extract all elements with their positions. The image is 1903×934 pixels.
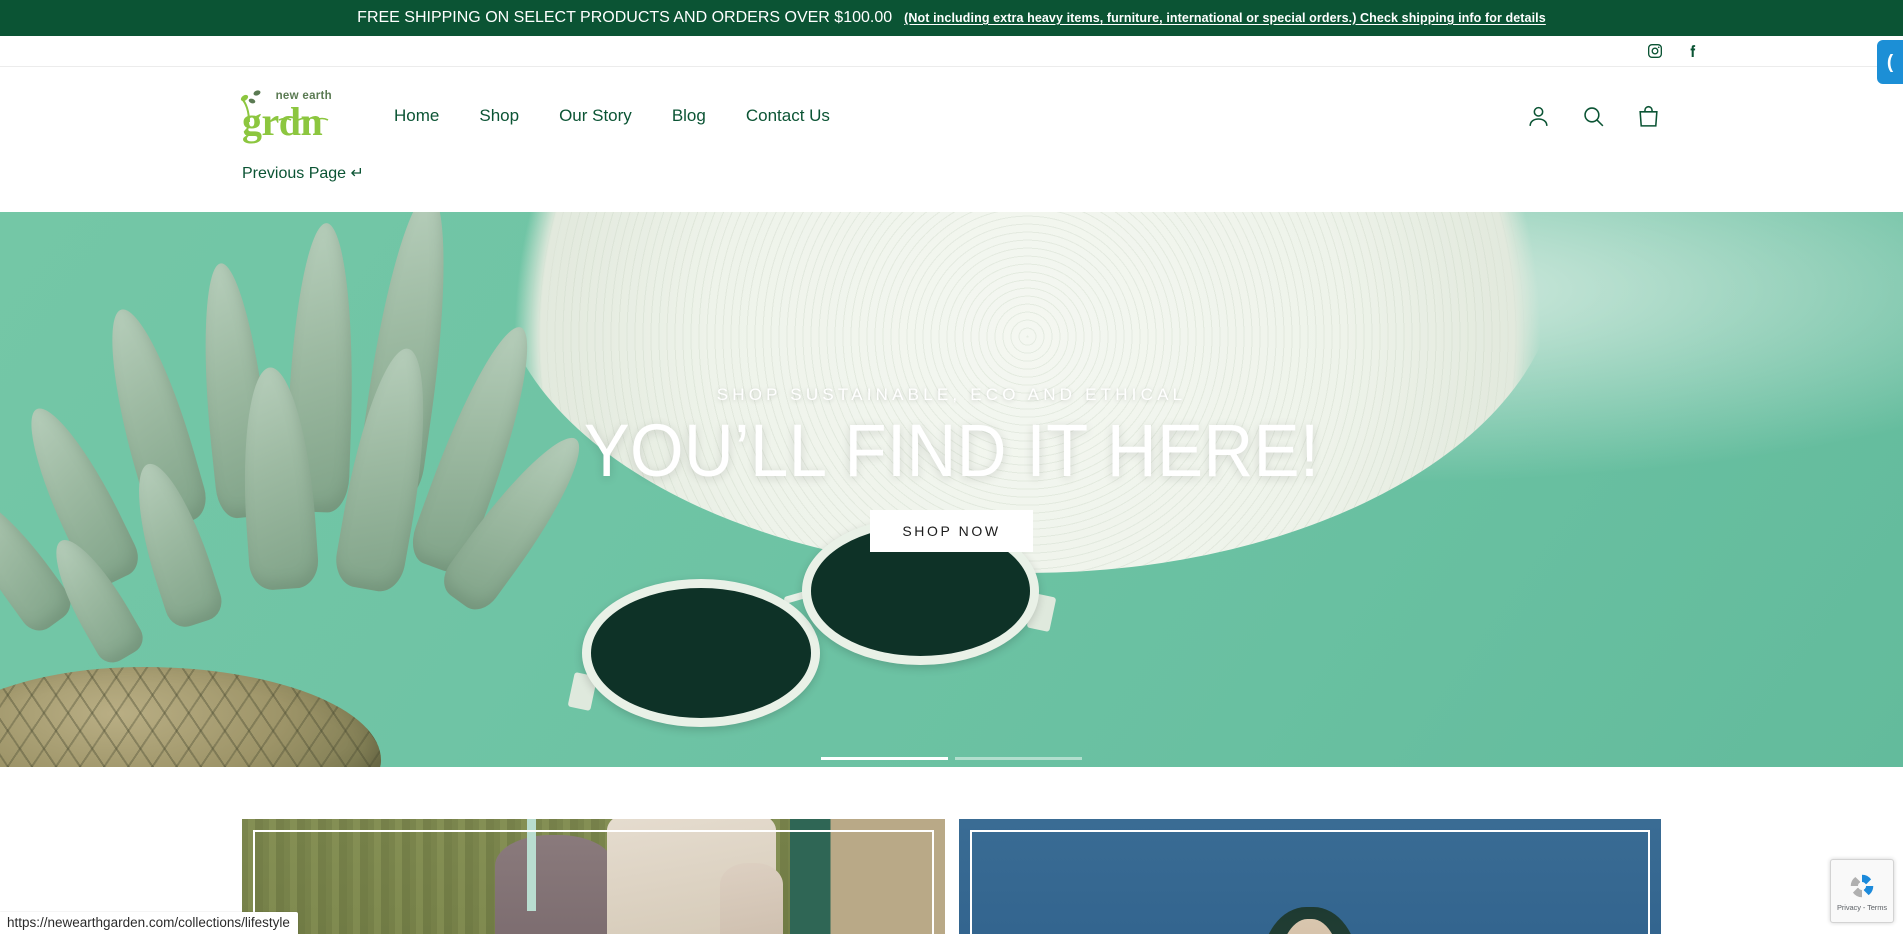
browser-viewport: FREE SHIPPING ON SELECT PRODUCTS AND ORD… xyxy=(0,0,1903,934)
shipping-info-link[interactable]: (Not including extra heavy items, furnit… xyxy=(904,11,1546,25)
slider-pagination xyxy=(0,757,1903,760)
nav-item-our-story[interactable]: Our Story xyxy=(539,100,652,132)
site-logo[interactable]: new earth grdn xyxy=(240,90,334,142)
recaptcha-badge[interactable]: Privacy - Terms xyxy=(1830,859,1894,923)
instagram-icon[interactable] xyxy=(1647,43,1663,59)
main-navigation: Home Shop Our Story Blog Contact Us xyxy=(374,100,850,132)
ocean-collection-card[interactable] xyxy=(958,819,1661,934)
nav-item-shop[interactable]: Shop xyxy=(459,100,539,132)
nav-item-contact-us[interactable]: Contact Us xyxy=(726,100,850,132)
hero-content: SHOP SUSTAINABLE, ECO AND ETHICAL YOU’LL… xyxy=(0,212,1903,767)
header-icon-group xyxy=(1526,104,1661,129)
collection-cards xyxy=(0,767,1903,934)
logo-underline-icon xyxy=(278,117,329,121)
hero-eyebrow: SHOP SUSTAINABLE, ECO AND ETHICAL xyxy=(716,384,1187,404)
site-header: new earth grdn Home Shop Our Story Blog … xyxy=(0,67,1903,212)
previous-page-link[interactable]: Previous Page ↵ xyxy=(242,163,364,183)
leaf-vine-icon xyxy=(240,90,261,122)
chat-widget-tab[interactable]: ( xyxy=(1877,40,1903,84)
announcement-message: FREE SHIPPING ON SELECT PRODUCTS AND ORD… xyxy=(357,9,893,26)
nav-item-home[interactable]: Home xyxy=(374,100,459,132)
nav-item-blog[interactable]: Blog xyxy=(652,100,726,132)
recaptcha-privacy-terms[interactable]: Privacy - Terms xyxy=(1837,903,1887,912)
slider-dot-2[interactable] xyxy=(955,757,1082,760)
search-icon[interactable] xyxy=(1581,104,1606,129)
social-links-bar xyxy=(0,36,1903,67)
lifestyle-collection-card[interactable] xyxy=(242,819,945,934)
facebook-icon[interactable] xyxy=(1685,43,1701,59)
cart-icon[interactable] xyxy=(1636,104,1661,129)
recaptcha-icon xyxy=(1850,874,1874,897)
hero-slider: SHOP SUSTAINABLE, ECO AND ETHICAL YOU’LL… xyxy=(0,212,1903,767)
hero-title: YOU’LL FIND IT HERE! xyxy=(583,408,1320,492)
slider-dot-1[interactable] xyxy=(821,757,948,760)
chat-widget-glyph: ( xyxy=(1886,51,1894,73)
shop-now-button[interactable]: SHOP NOW xyxy=(870,510,1033,553)
browser-status-bar: https://newearthgarden.com/collections/l… xyxy=(0,912,298,934)
account-icon[interactable] xyxy=(1526,104,1551,129)
announcement-bar: FREE SHIPPING ON SELECT PRODUCTS AND ORD… xyxy=(0,0,1903,36)
